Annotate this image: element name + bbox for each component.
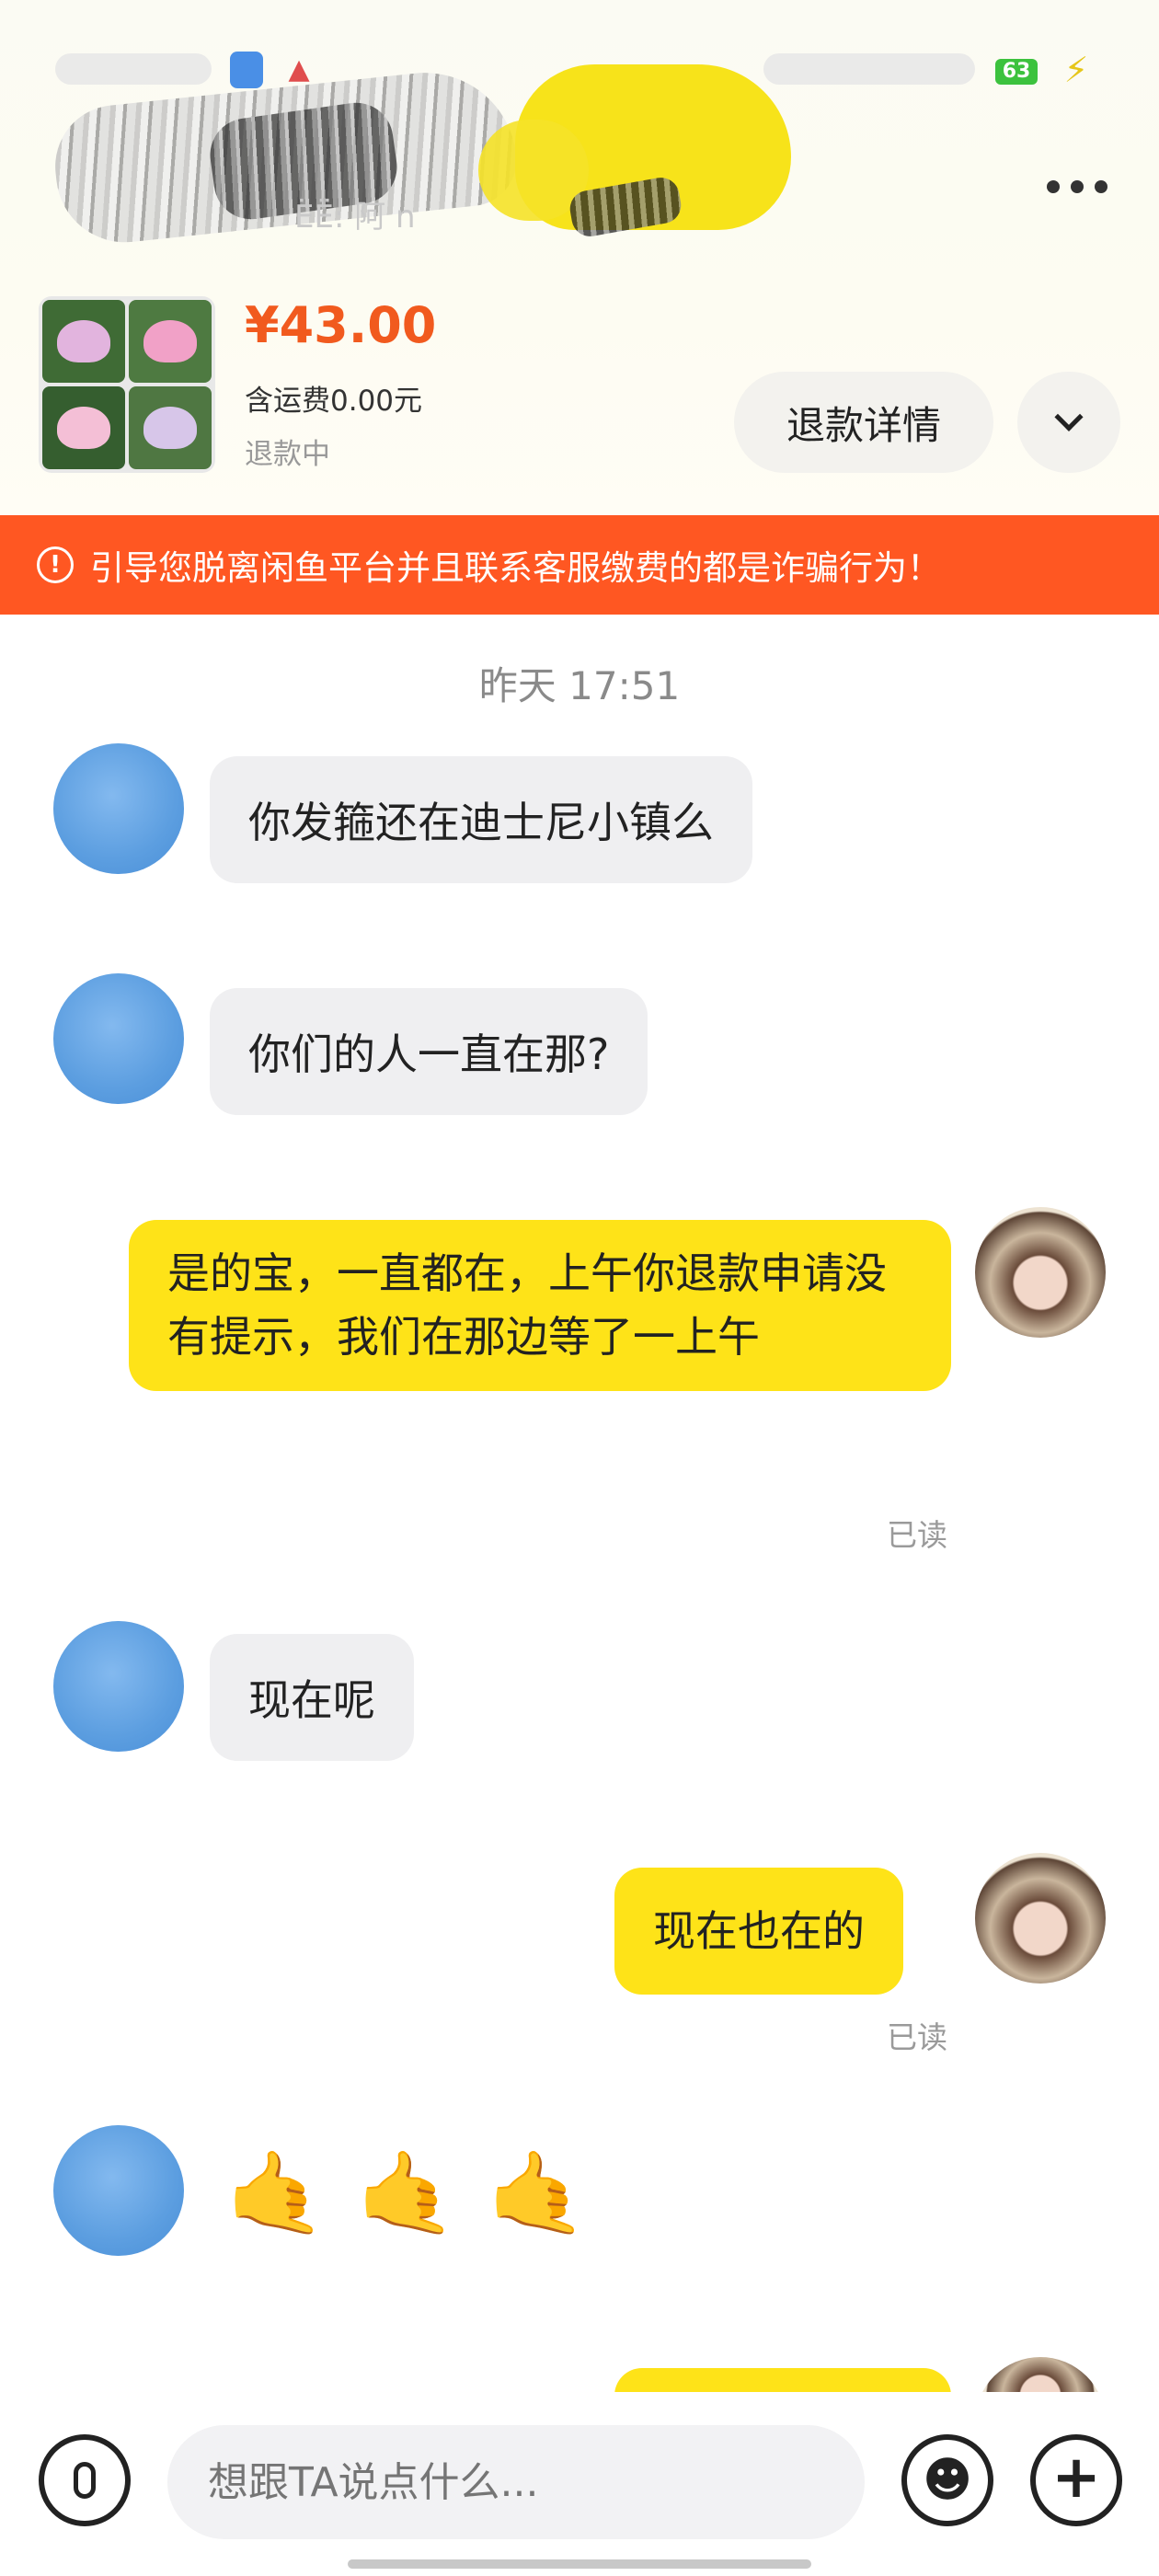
smile-icon: ☻	[922, 2453, 973, 2508]
shipping-info: 含运费0.00元	[245, 385, 423, 418]
refund-details-button[interactable]: 退款详情	[734, 372, 993, 473]
alert-circle-icon: !	[37, 546, 74, 583]
order-status: 退款中	[245, 438, 330, 471]
read-receipt: 已读	[887, 2019, 947, 2055]
app-icon	[230, 52, 263, 88]
fraud-warning-banner: ! 引导您脱离闲鱼平台并且联系客服缴费的都是诈骗行为！	[0, 515, 1159, 615]
product-image	[129, 300, 212, 383]
product-image	[129, 386, 212, 469]
product-image	[42, 300, 125, 383]
message-bubble-incoming: 你们的人一直在那?	[210, 988, 648, 1115]
shaka-hand-emoji: 🤙	[487, 2145, 588, 2240]
avatar[interactable]	[53, 1621, 184, 1752]
avatar[interactable]	[53, 973, 184, 1104]
battery-indicator: 63	[995, 59, 1038, 85]
warning-text: 引导您脱离闲鱼平台并且联系客服缴费的都是诈骗行为！	[90, 548, 941, 588]
chat-timestamp: 昨天 17:51	[478, 663, 681, 708]
avatar[interactable]	[975, 1207, 1106, 1338]
avatar[interactable]	[53, 2125, 184, 2256]
avatar[interactable]	[975, 1853, 1106, 1984]
product-thumbnail[interactable]	[39, 296, 215, 473]
charging-icon: ⚡	[1063, 50, 1089, 90]
shaka-hand-emoji: 🤙	[225, 2145, 327, 2240]
emoji-message: 🤙 🤙 🤙	[217, 2144, 596, 2243]
plus-button[interactable]: +	[1030, 2434, 1122, 2526]
product-price: ¥43.00	[245, 296, 437, 354]
more-dots-icon[interactable]	[1036, 164, 1119, 210]
chevron-down-icon	[1054, 402, 1084, 431]
microphone-icon	[74, 2462, 96, 2499]
status-blur	[55, 53, 212, 85]
message-bubble-outgoing: 是的宝，一直都在，上午你退款申请没有提示，我们在那边等了一上午	[129, 1220, 951, 1391]
avatar[interactable]	[53, 743, 184, 874]
product-image	[42, 386, 125, 469]
home-indicator[interactable]	[348, 2559, 811, 2569]
shaka-hand-emoji: 🤙	[356, 2145, 457, 2240]
status-blur-right	[763, 53, 975, 85]
emoji-button[interactable]: ☻	[901, 2434, 993, 2526]
expand-button[interactable]	[1017, 372, 1120, 473]
alert-app-icon: ▲	[288, 53, 310, 86]
message-bubble-incoming: 你发箍还在迪士尼小镇么	[210, 756, 752, 883]
plus-icon: +	[1051, 2444, 1101, 2512]
read-receipt: 已读	[887, 1517, 947, 1553]
message-bubble-outgoing: 现在也在的	[614, 1868, 903, 1995]
message-bubble-incoming: 现在呢	[210, 1634, 414, 1761]
voice-button[interactable]	[39, 2434, 131, 2526]
message-input[interactable]	[167, 2425, 865, 2539]
page-title: ЁЁ: 阿 n	[294, 199, 416, 236]
